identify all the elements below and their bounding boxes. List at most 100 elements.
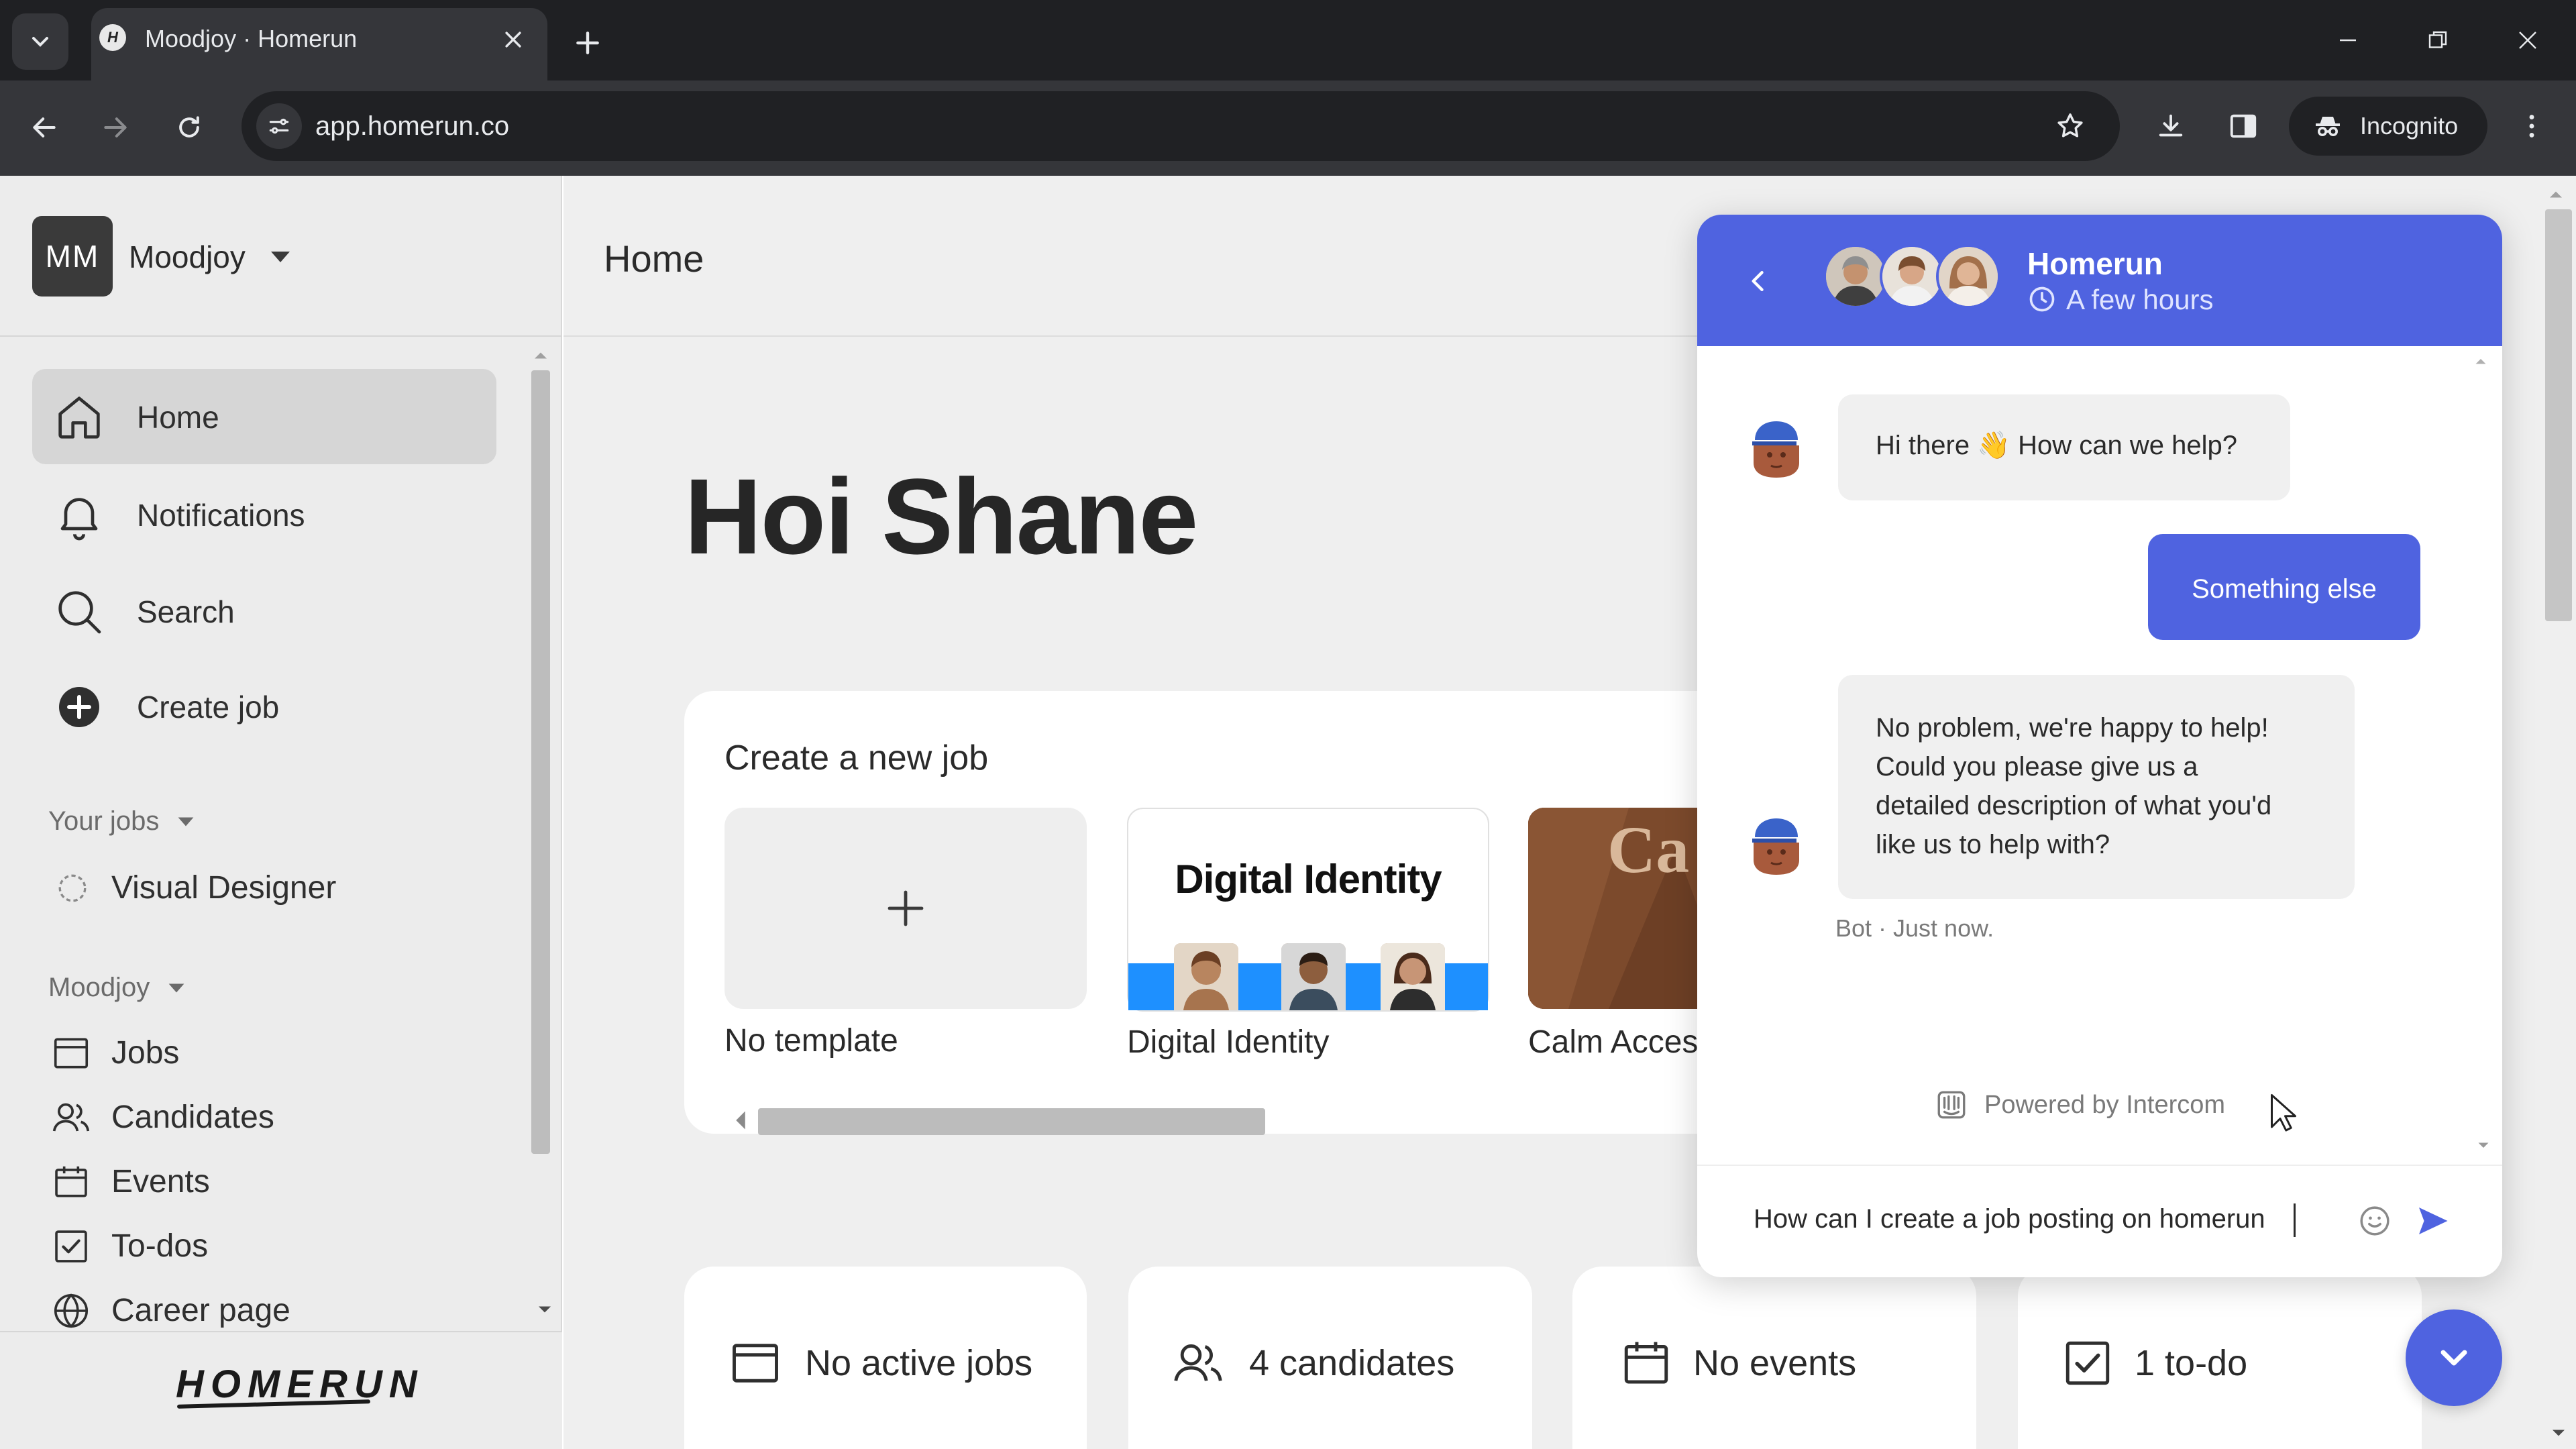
template-no-template[interactable] <box>724 808 1087 1009</box>
tab-close-button[interactable] <box>496 23 530 56</box>
bot-avatar <box>1743 413 1810 480</box>
new-tab-button[interactable] <box>568 23 608 63</box>
arrow-down-icon[interactable] <box>2546 1421 2571 1445</box>
restore-button[interactable] <box>2418 20 2458 60</box>
people-icon <box>48 1095 94 1140</box>
org-section-toggle[interactable]: Moodjoy <box>48 971 150 1004</box>
forward-button[interactable] <box>89 101 142 154</box>
arrow-left-icon[interactable] <box>731 1108 750 1132</box>
nav-item-to-dos[interactable]: To-dos <box>111 1228 208 1265</box>
more-vertical-icon <box>2529 115 2534 138</box>
url-text[interactable]: app.homerun.co <box>315 110 509 142</box>
stat-label-todos: 1 to-do <box>2135 1343 2248 1383</box>
page-scrollbar-thumb[interactable] <box>2545 209 2572 621</box>
address-bar[interactable] <box>241 91 2120 161</box>
window-icon <box>727 1335 784 1391</box>
org-avatar[interactable]: MM <box>32 216 113 297</box>
nav-item-jobs[interactable]: Jobs <box>111 1034 179 1072</box>
window-close-button[interactable] <box>2508 20 2548 60</box>
downloads-button[interactable] <box>2144 99 2198 153</box>
org-switcher[interactable]: Moodjoy <box>129 239 246 275</box>
arrow-up-icon <box>535 352 547 359</box>
stat-label-events: No events <box>1693 1343 1857 1383</box>
homerun-logo: HOMERUN <box>176 1362 424 1406</box>
arrow-up-icon <box>2550 191 2562 198</box>
chevron-down-icon <box>32 37 48 47</box>
messenger-back-button[interactable] <box>1735 258 1782 305</box>
bot-message-line: detailed description of what you'd <box>1876 791 2272 820</box>
back-button[interactable] <box>17 101 71 154</box>
arrow-down-icon[interactable] <box>533 1297 557 1322</box>
incognito-icon <box>2312 110 2344 142</box>
composer-divider <box>1697 1165 2502 1166</box>
side-panel-button[interactable] <box>2216 99 2270 153</box>
sidebar-divider <box>0 335 562 337</box>
job-item-visual-designer[interactable]: Visual Designer <box>111 869 336 907</box>
your-jobs-toggle[interactable]: Your jobs <box>48 805 159 837</box>
arrow-left-icon <box>33 117 56 138</box>
emoji-button[interactable] <box>2356 1202 2394 1240</box>
user-message-text: Something else <box>2192 574 2377 604</box>
stat-label-candidates: 4 candidates <box>1249 1343 1455 1383</box>
arrow-right-icon <box>104 117 127 138</box>
template-label: Digital Identity <box>1127 1024 1330 1060</box>
bot-message-line: No problem, we're happy to help! <box>1876 713 2269 743</box>
person-photo <box>1381 943 1445 1010</box>
search-icon <box>51 584 107 640</box>
nav-item-career-page[interactable]: Career page <box>111 1292 290 1330</box>
caret-down-icon <box>168 982 185 994</box>
message-meta: Bot · Just now. <box>1835 914 1994 942</box>
team-avatar <box>1936 244 2000 309</box>
minimize-button[interactable] <box>2328 20 2368 60</box>
calendar-icon <box>48 1159 94 1205</box>
arrow-up-icon <box>2475 359 2486 364</box>
nav-item-events[interactable]: Events <box>111 1163 210 1201</box>
mouse-cursor-icon <box>2270 1093 2297 1134</box>
messenger-launcher-button[interactable] <box>2406 1309 2502 1406</box>
nav-label-search: Search <box>137 594 235 629</box>
template-label: No template <box>724 1023 898 1059</box>
greeting-heading: Hoi Shane <box>684 456 1198 576</box>
bell-icon <box>51 487 107 543</box>
page-title: Home <box>604 237 704 280</box>
tab-title: Moodjoy · Homerun <box>145 25 358 52</box>
reload-button[interactable] <box>162 101 216 154</box>
template-thumb-heading: Digital Identity <box>1175 857 1442 902</box>
templates-scrollbar-thumb[interactable] <box>758 1108 1265 1135</box>
sidebar-scrollbar-thumb[interactable] <box>531 370 550 1154</box>
caret-down-icon <box>177 816 195 828</box>
arrow-down-icon[interactable] <box>2471 1134 2496 1158</box>
message-composer-input[interactable]: How can I create a job posting on homeru… <box>1754 1202 2265 1236</box>
powered-by-link[interactable]: Powered by Intercom <box>1984 1089 2225 1120</box>
tab-search-button[interactable] <box>12 13 68 70</box>
side-panel-icon <box>2230 114 2257 138</box>
globe-icon <box>48 1288 94 1334</box>
close-icon <box>505 32 521 48</box>
messenger-scrollbar[interactable] <box>2469 349 2493 1162</box>
nav-label-home: Home <box>137 400 219 435</box>
plus-icon <box>576 32 599 54</box>
checkbox-icon <box>48 1224 94 1269</box>
star-icon <box>2057 113 2083 138</box>
template-label: Calm Acces <box>1528 1024 1699 1060</box>
nav-item-candidates[interactable]: Candidates <box>111 1099 274 1136</box>
chevron-down-icon <box>2440 1350 2467 1366</box>
favicon-icon: H <box>99 24 126 51</box>
caret-down-icon[interactable] <box>270 250 291 264</box>
bookmark-button[interactable] <box>2043 99 2097 153</box>
team-avatar <box>1880 244 1944 309</box>
plus-circle-icon <box>51 679 107 735</box>
download-icon <box>2159 114 2183 137</box>
create-job-title: Create a new job <box>724 739 989 777</box>
site-info-button[interactable] <box>256 103 302 149</box>
incognito-label: Incognito <box>2360 112 2459 140</box>
intercom-logo-icon <box>1935 1088 1968 1122</box>
browser-menu-button[interactable] <box>2505 99 2559 153</box>
people-icon <box>1170 1335 1226 1391</box>
nav-label-notifications: Notifications <box>137 498 305 533</box>
send-icon <box>2419 1208 2448 1234</box>
send-button[interactable] <box>2412 1201 2453 1241</box>
draft-circle-icon <box>50 865 95 911</box>
tune-icon <box>269 118 289 134</box>
bot-avatar <box>1743 810 1810 877</box>
